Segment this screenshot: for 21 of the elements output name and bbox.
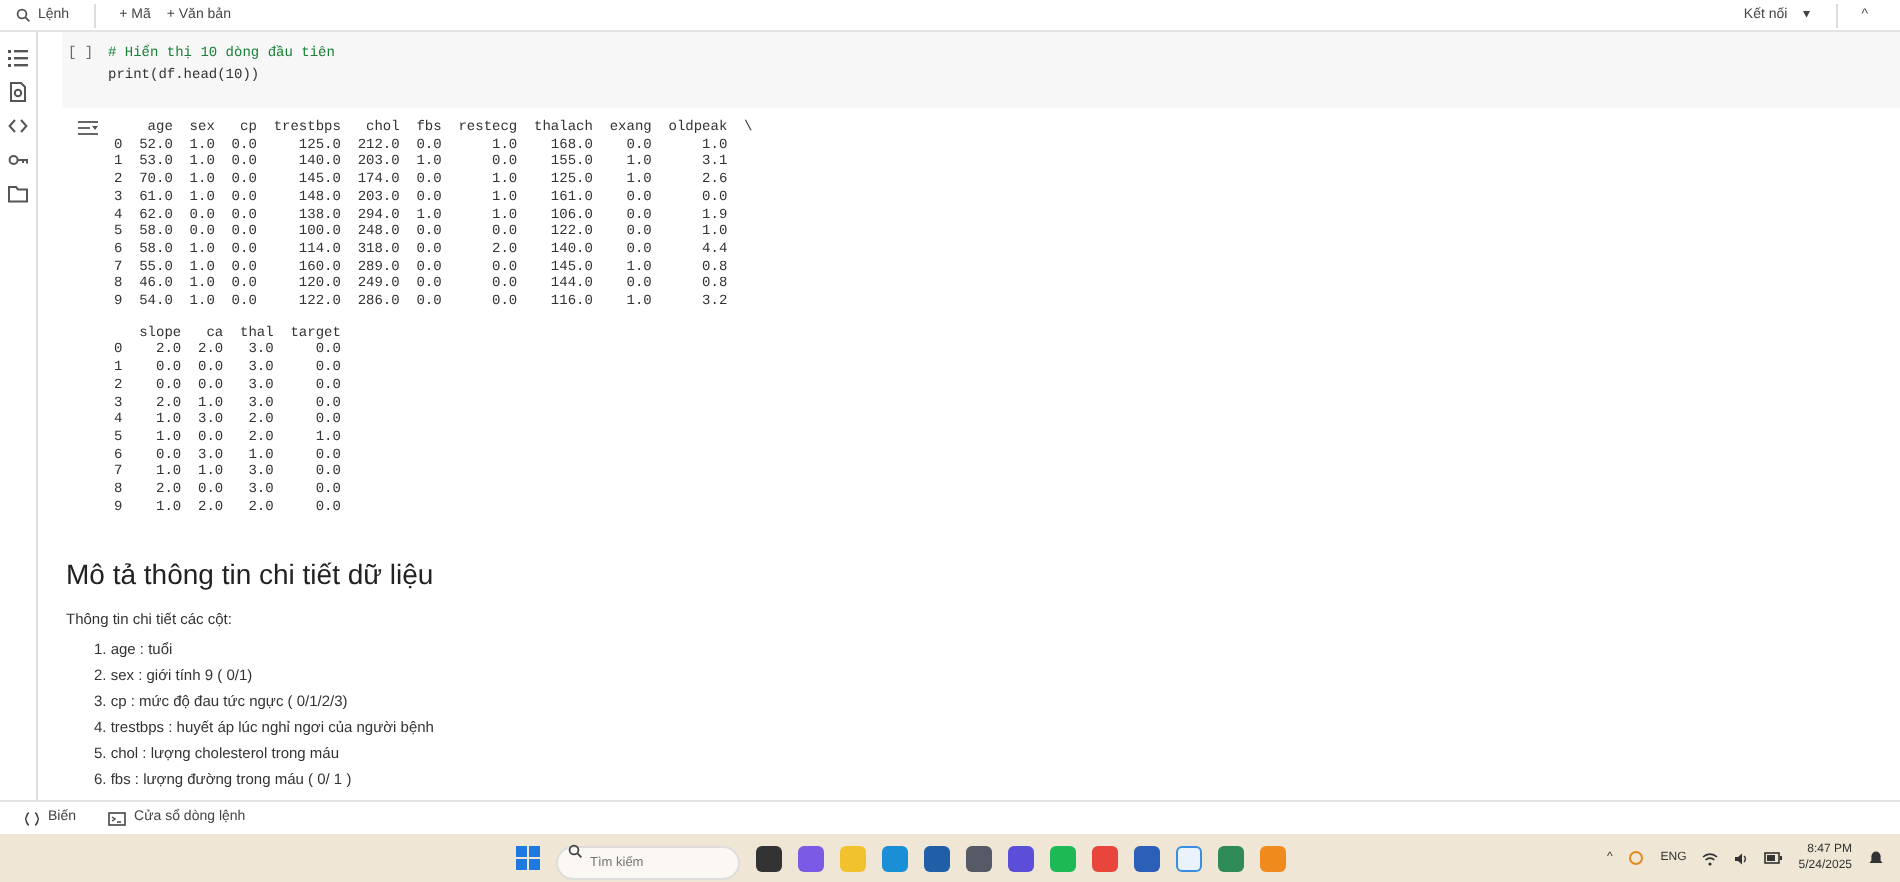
notification-bell-icon[interactable]: [1868, 850, 1884, 866]
code-icon[interactable]: [8, 116, 28, 136]
wifi-icon[interactable]: [1702, 851, 1719, 865]
start-icon[interactable]: [516, 846, 540, 870]
search-icon: [16, 8, 30, 22]
app-icon[interactable]: [966, 845, 992, 871]
battery-icon[interactable]: [1764, 852, 1783, 864]
output-toggle-icon[interactable]: [78, 120, 98, 136]
app-icon[interactable]: [1008, 845, 1034, 871]
table-of-contents-icon[interactable]: [8, 48, 28, 68]
app-icon[interactable]: [756, 845, 782, 871]
terminal-icon: [108, 811, 127, 825]
search-icon: [568, 844, 582, 858]
braces-icon: [24, 811, 40, 825]
app-icon[interactable]: [924, 845, 950, 871]
folder-icon[interactable]: [8, 184, 28, 204]
key-icon[interactable]: [8, 150, 28, 170]
section-heading: Mô tả thông tin chi tiết dữ liệu: [66, 558, 436, 593]
document-search-icon[interactable]: [8, 82, 28, 102]
volume-icon[interactable]: [1734, 851, 1749, 865]
app-icon[interactable]: [1134, 845, 1160, 871]
